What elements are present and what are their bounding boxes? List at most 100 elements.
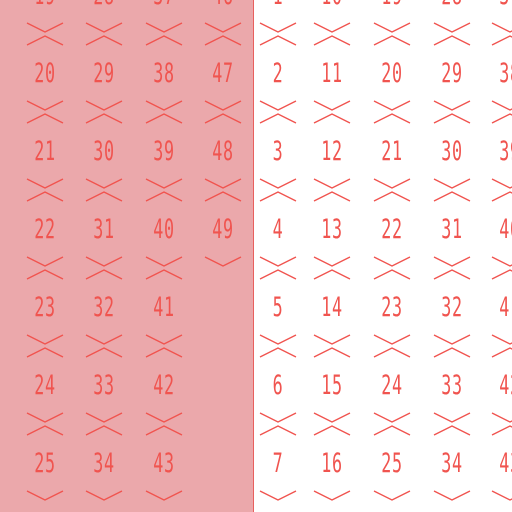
number-cell[interactable]: 28 <box>432 0 472 34</box>
chevron-down-icon[interactable] <box>490 100 512 112</box>
chevron-down-icon[interactable] <box>25 100 65 112</box>
chevron-down-icon[interactable] <box>258 334 298 346</box>
chevron-down-icon[interactable] <box>144 100 184 112</box>
chevron-down-icon[interactable] <box>432 412 472 424</box>
number-cell[interactable]: 13 <box>312 190 352 268</box>
chevron-up-icon[interactable] <box>258 424 298 436</box>
number-cell[interactable]: 23 <box>25 268 65 346</box>
chevron-down-icon[interactable] <box>25 490 65 502</box>
chevron-up-icon[interactable] <box>258 190 298 202</box>
number-cell[interactable]: 33 <box>84 346 124 424</box>
number-cell[interactable]: 38 <box>144 34 184 112</box>
chevron-down-icon[interactable] <box>432 22 472 34</box>
number-cell[interactable]: 49 <box>203 190 243 268</box>
chevron-up-icon[interactable] <box>432 190 472 202</box>
chevron-down-icon[interactable] <box>84 412 124 424</box>
chevron-down-icon[interactable] <box>312 178 352 190</box>
number-cell[interactable]: 39 <box>490 112 512 190</box>
chevron-down-icon[interactable] <box>312 100 352 112</box>
chevron-down-icon[interactable] <box>258 178 298 190</box>
chevron-down-icon[interactable] <box>144 22 184 34</box>
number-cell[interactable]: 32 <box>84 268 124 346</box>
chevron-down-icon[interactable] <box>372 412 412 424</box>
chevron-up-icon[interactable] <box>372 424 412 436</box>
chevron-up-icon[interactable] <box>432 346 472 358</box>
number-cell[interactable]: 28 <box>84 0 124 34</box>
number-cell[interactable]: 25 <box>25 424 65 502</box>
number-cell[interactable] <box>203 346 243 424</box>
chevron-up-icon[interactable] <box>258 346 298 358</box>
number-cell[interactable] <box>203 424 243 502</box>
chevron-down-icon[interactable] <box>372 178 412 190</box>
chevron-down-icon[interactable] <box>25 22 65 34</box>
chevron-up-icon[interactable] <box>490 346 512 358</box>
chevron-down-icon[interactable] <box>258 490 298 502</box>
number-cell[interactable]: 6 <box>258 346 298 424</box>
number-cell[interactable]: 2 <box>258 34 298 112</box>
chevron-down-icon[interactable] <box>84 178 124 190</box>
chevron-up-icon[interactable] <box>84 190 124 202</box>
chevron-down-icon[interactable] <box>258 412 298 424</box>
chevron-down-icon[interactable] <box>432 334 472 346</box>
number-cell[interactable]: 21 <box>372 112 412 190</box>
chevron-up-icon[interactable] <box>25 112 65 124</box>
number-cell[interactable]: 20 <box>25 34 65 112</box>
chevron-down-icon[interactable] <box>25 334 65 346</box>
chevron-down-icon[interactable] <box>25 256 65 268</box>
number-cell[interactable]: 46 <box>203 0 243 34</box>
number-cell[interactable]: 29 <box>432 34 472 112</box>
number-cell[interactable]: 33 <box>432 346 472 424</box>
chevron-down-icon[interactable] <box>258 22 298 34</box>
number-cell[interactable]: 3 <box>258 112 298 190</box>
chevron-up-icon[interactable] <box>144 346 184 358</box>
number-cell[interactable]: 41 <box>144 268 184 346</box>
chevron-up-icon[interactable] <box>144 190 184 202</box>
number-cell[interactable]: 41 <box>490 268 512 346</box>
number-cell[interactable]: 14 <box>312 268 352 346</box>
number-cell[interactable]: 24 <box>25 346 65 424</box>
number-cell[interactable]: 4 <box>258 190 298 268</box>
chevron-up-icon[interactable] <box>25 34 65 46</box>
chevron-up-icon[interactable] <box>203 34 243 46</box>
chevron-up-icon[interactable] <box>372 268 412 280</box>
chevron-down-icon[interactable] <box>203 100 243 112</box>
number-cell[interactable] <box>203 268 243 346</box>
chevron-up-icon[interactable] <box>432 268 472 280</box>
chevron-down-icon[interactable] <box>312 22 352 34</box>
number-cell[interactable]: 38 <box>490 34 512 112</box>
number-cell[interactable]: 43 <box>490 424 512 502</box>
chevron-down-icon[interactable] <box>25 412 65 424</box>
chevron-up-icon[interactable] <box>312 346 352 358</box>
chevron-down-icon[interactable] <box>372 334 412 346</box>
number-cell[interactable]: 29 <box>84 34 124 112</box>
chevron-up-icon[interactable] <box>203 112 243 124</box>
chevron-down-icon[interactable] <box>372 490 412 502</box>
number-cell[interactable]: 22 <box>372 190 412 268</box>
chevron-down-icon[interactable] <box>144 256 184 268</box>
chevron-up-icon[interactable] <box>432 112 472 124</box>
number-cell[interactable]: 5 <box>258 268 298 346</box>
chevron-up-icon[interactable] <box>144 268 184 280</box>
chevron-up-icon[interactable] <box>490 424 512 436</box>
chevron-up-icon[interactable] <box>258 268 298 280</box>
chevron-up-icon[interactable] <box>84 112 124 124</box>
chevron-down-icon[interactable] <box>84 256 124 268</box>
chevron-down-icon[interactable] <box>372 22 412 34</box>
number-cell[interactable]: 1 <box>258 0 298 34</box>
chevron-down-icon[interactable] <box>203 22 243 34</box>
number-cell[interactable]: 22 <box>25 190 65 268</box>
chevron-down-icon[interactable] <box>372 100 412 112</box>
number-cell[interactable]: 40 <box>144 190 184 268</box>
chevron-down-icon[interactable] <box>490 334 512 346</box>
chevron-down-icon[interactable] <box>203 256 243 268</box>
number-cell[interactable]: 31 <box>84 190 124 268</box>
number-cell[interactable]: 30 <box>432 112 472 190</box>
number-cell[interactable]: 34 <box>84 424 124 502</box>
chevron-up-icon[interactable] <box>490 112 512 124</box>
number-cell[interactable]: 25 <box>372 424 412 502</box>
chevron-up-icon[interactable] <box>312 268 352 280</box>
chevron-up-icon[interactable] <box>144 34 184 46</box>
chevron-up-icon[interactable] <box>25 346 65 358</box>
chevron-up-icon[interactable] <box>25 424 65 436</box>
chevron-down-icon[interactable] <box>84 100 124 112</box>
